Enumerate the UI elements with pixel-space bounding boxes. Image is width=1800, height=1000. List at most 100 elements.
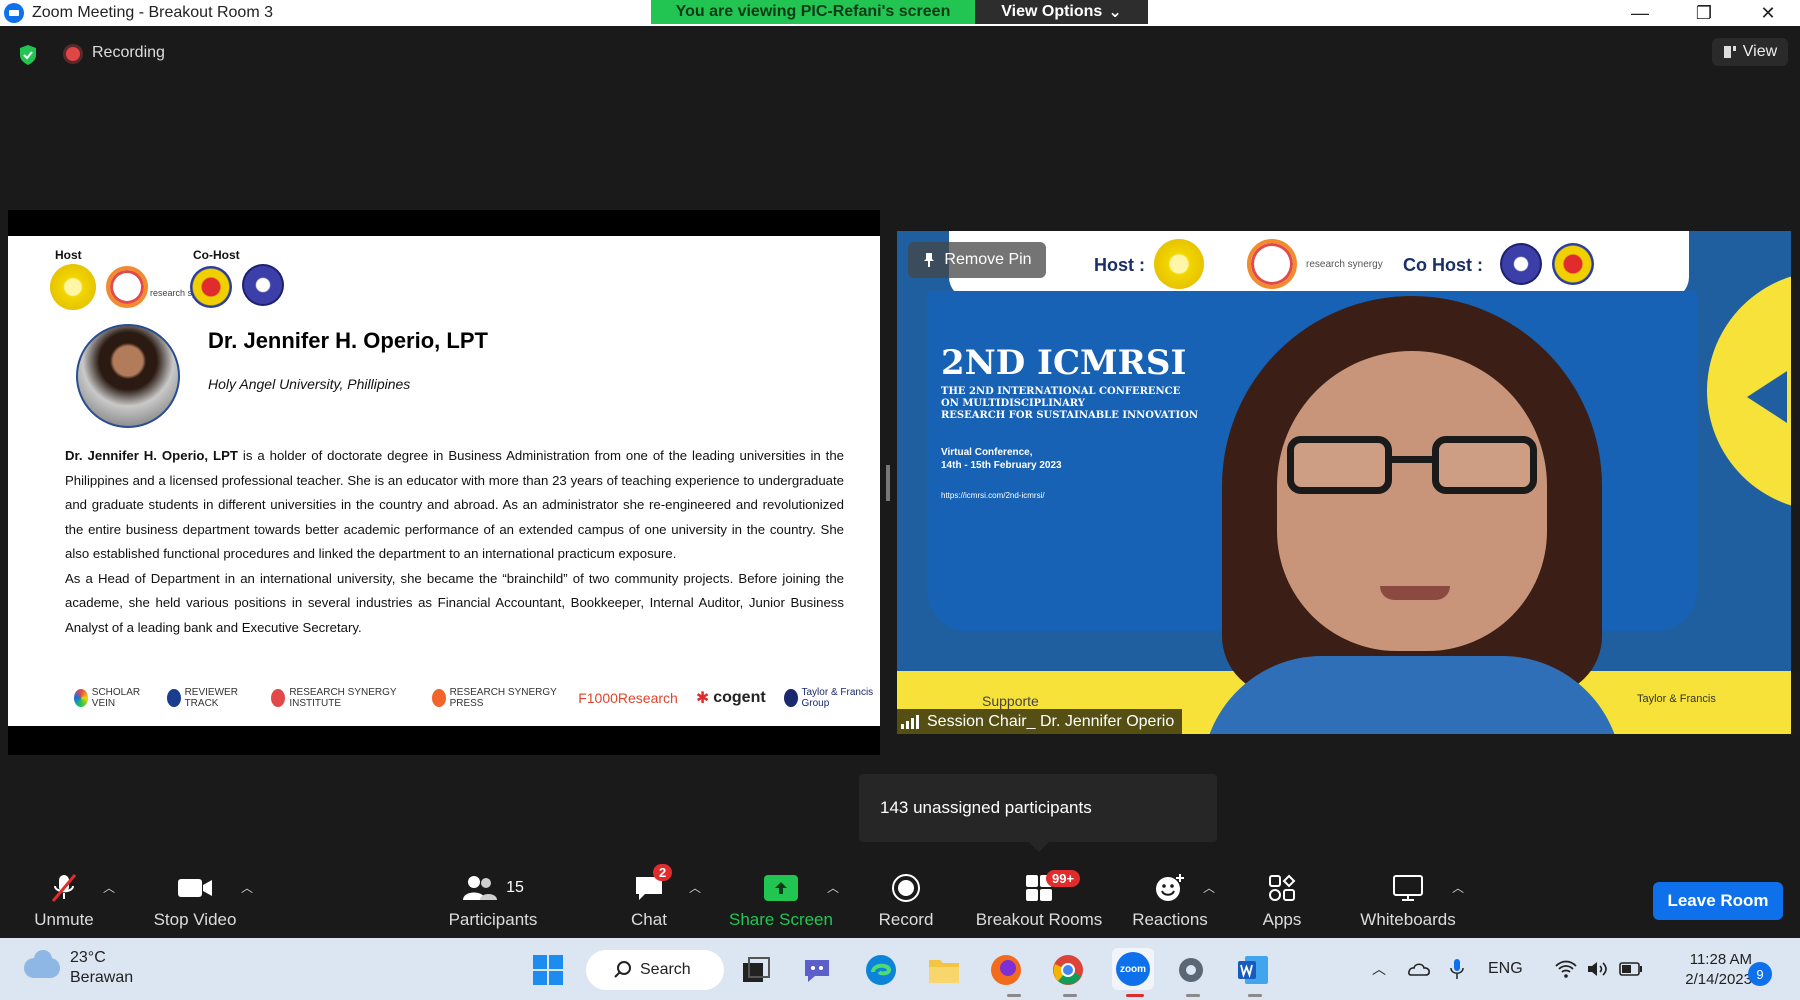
chat-options-caret-icon[interactable]: ︿ [688, 880, 702, 895]
taskbar-search-label: Search [640, 961, 691, 978]
leave-room-button[interactable]: Leave Room [1653, 882, 1783, 920]
view-options-button[interactable]: View Options ⌄ [975, 0, 1148, 24]
decorative-yellow-shape [1707, 271, 1791, 511]
recording-label[interactable]: Recording [92, 44, 165, 62]
microphone-icon[interactable] [1450, 958, 1464, 980]
video-host-label: Host : [1094, 255, 1145, 275]
word-icon[interactable] [1235, 952, 1271, 988]
word-running-indicator [1248, 994, 1262, 997]
view-button-label: View [1742, 43, 1778, 60]
whiteboards-button[interactable]: Whiteboards [1354, 862, 1462, 938]
video-synergy-text: research synergy [1306, 259, 1383, 270]
speaker-photo [76, 324, 180, 428]
zoom-taskbar-button[interactable]: zoom [1112, 948, 1154, 990]
bio-text-1: is a holder of doctorate degree in Busin… [65, 448, 844, 561]
rsi-logo-icon [271, 689, 286, 707]
view-layout-icon [1723, 46, 1736, 58]
video-host-seal-icon [1154, 239, 1204, 289]
cogent-star-icon: ✱ [695, 690, 710, 707]
sponsor-cogent: ✱ cogent [696, 688, 766, 708]
taskbar-clock[interactable]: 11:28 AM 2/14/2023 [1662, 950, 1752, 990]
participants-icon [463, 876, 498, 900]
chrome-icon[interactable] [1050, 952, 1086, 988]
edge-browser-icon[interactable] [863, 952, 899, 988]
unmute-button[interactable]: Unmute [24, 862, 104, 938]
reactions-options-caret-icon[interactable]: ︿ [1202, 880, 1216, 895]
reactions-smiley-icon [1154, 870, 1186, 906]
shield-check-icon[interactable] [18, 44, 38, 66]
reactions-button[interactable]: Reactions [1130, 862, 1210, 938]
remove-pin-label: Remove Pin [944, 251, 1032, 268]
supporter-label: Supporte [982, 693, 1039, 709]
sponsor-label: Taylor & Francis Group [801, 687, 874, 709]
remove-pin-button[interactable]: Remove Pin [908, 242, 1046, 278]
restore-button[interactable]: ❐ [1672, 0, 1736, 26]
participant-video [1202, 296, 1622, 734]
minimize-button[interactable]: — [1608, 0, 1672, 26]
task-view-icon[interactable] [738, 952, 774, 988]
notification-count-badge[interactable]: 9 [1748, 962, 1772, 986]
weather-widget[interactable]: 23°C Berawan [24, 948, 133, 988]
breakout-rooms-badge: 99+ [1046, 870, 1081, 887]
chat-button[interactable]: 2 Chat [617, 862, 681, 938]
settings-gear-icon[interactable] [1173, 952, 1209, 988]
unassigned-participants-tooltip: 143 unassigned participants [859, 774, 1217, 852]
volume-icon[interactable] [1587, 960, 1609, 978]
participant-glasses [1287, 436, 1537, 496]
weather-text: 23°C Berawan [70, 948, 133, 988]
whiteboards-label: Whiteboards [1360, 910, 1456, 929]
conference-title: 2ND ICMRSI [941, 343, 1187, 383]
file-explorer-icon[interactable] [926, 952, 962, 988]
sponsor-label: cogent [713, 689, 766, 706]
participant-face [1277, 351, 1547, 651]
zoom-meeting-window: Zoom Meeting - Breakout Room 3 You are v… [0, 0, 1800, 1000]
record-button[interactable]: Record [870, 862, 942, 938]
breakout-rooms-label: Breakout Rooms [975, 910, 1103, 929]
participant-name-tag: Session Chair_ Dr. Jennifer Operio [897, 709, 1183, 734]
show-hidden-icons-chevron-icon[interactable]: ︿ [1372, 959, 1386, 979]
panel-splitter-handle[interactable] [886, 465, 890, 501]
bio-name: Dr. Jennifer H. Operio, LPT [65, 448, 238, 463]
view-options-label: View Options [1001, 3, 1103, 20]
whiteboards-options-caret-icon[interactable]: ︿ [1451, 880, 1465, 895]
whiteboard-icon [1392, 870, 1424, 906]
video-cohost-label: Co Host : [1403, 255, 1483, 275]
scholar-vein-logo-icon [74, 689, 88, 707]
wifi-icon[interactable] [1555, 960, 1577, 978]
close-button[interactable]: ✕ [1736, 0, 1800, 26]
audio-options-caret-icon[interactable]: ︿ [102, 880, 116, 895]
view-button[interactable]: View [1712, 38, 1788, 66]
chat-label: Chat [631, 910, 667, 929]
windows-start-icon[interactable] [530, 952, 566, 988]
zoom-app-icon: zoom [1116, 952, 1150, 986]
glasses-lens-right [1432, 436, 1537, 494]
sponsor-rsi: RESEARCH SYNERGY INSTITUTE [271, 687, 413, 709]
chrome-running-indicator [1063, 994, 1077, 997]
participants-label: Participants [448, 910, 538, 929]
stop-video-label: Stop Video [153, 910, 237, 929]
video-taylor-francis-logo: Taylor & Francis [1637, 693, 1716, 705]
temperature: 23°C [70, 949, 106, 966]
pinned-video-tile[interactable]: Host : research synergy Co Host : 2ND IC… [897, 231, 1791, 734]
video-options-caret-icon[interactable]: ︿ [240, 880, 254, 895]
breakout-rooms-button[interactable]: 99+ Breakout Rooms [970, 862, 1108, 938]
share-options-caret-icon[interactable]: ︿ [826, 880, 840, 895]
teams-chat-icon[interactable] [800, 952, 836, 988]
participants-button[interactable]: 15 Participants [446, 862, 540, 938]
taskbar-search-button[interactable]: Search [586, 950, 724, 990]
weather-condition: Berawan [70, 969, 134, 986]
zoom-active-indicator [1126, 994, 1144, 997]
language-indicator[interactable]: ENG [1488, 960, 1523, 978]
zoom-logo-icon [4, 3, 24, 23]
share-screen-button[interactable]: Share Screen [726, 862, 836, 938]
cohost-seal-blue-icon [242, 264, 284, 306]
conference-subtitle-line: RESEARCH FOR SUSTAINABLE INNOVATION [941, 410, 1198, 421]
onedrive-cloud-icon[interactable] [1406, 961, 1430, 977]
battery-icon[interactable] [1618, 962, 1643, 976]
firefox-icon[interactable] [988, 952, 1024, 988]
unmute-label: Unmute [34, 910, 94, 929]
stop-video-button[interactable]: Stop Video [148, 862, 242, 938]
sponsor-label: REVIEWER TRACK [184, 687, 238, 709]
apps-button[interactable]: Apps [1252, 862, 1312, 938]
shared-screen[interactable]: Host Co-Host research synergy Dr. Jennif… [8, 210, 880, 755]
